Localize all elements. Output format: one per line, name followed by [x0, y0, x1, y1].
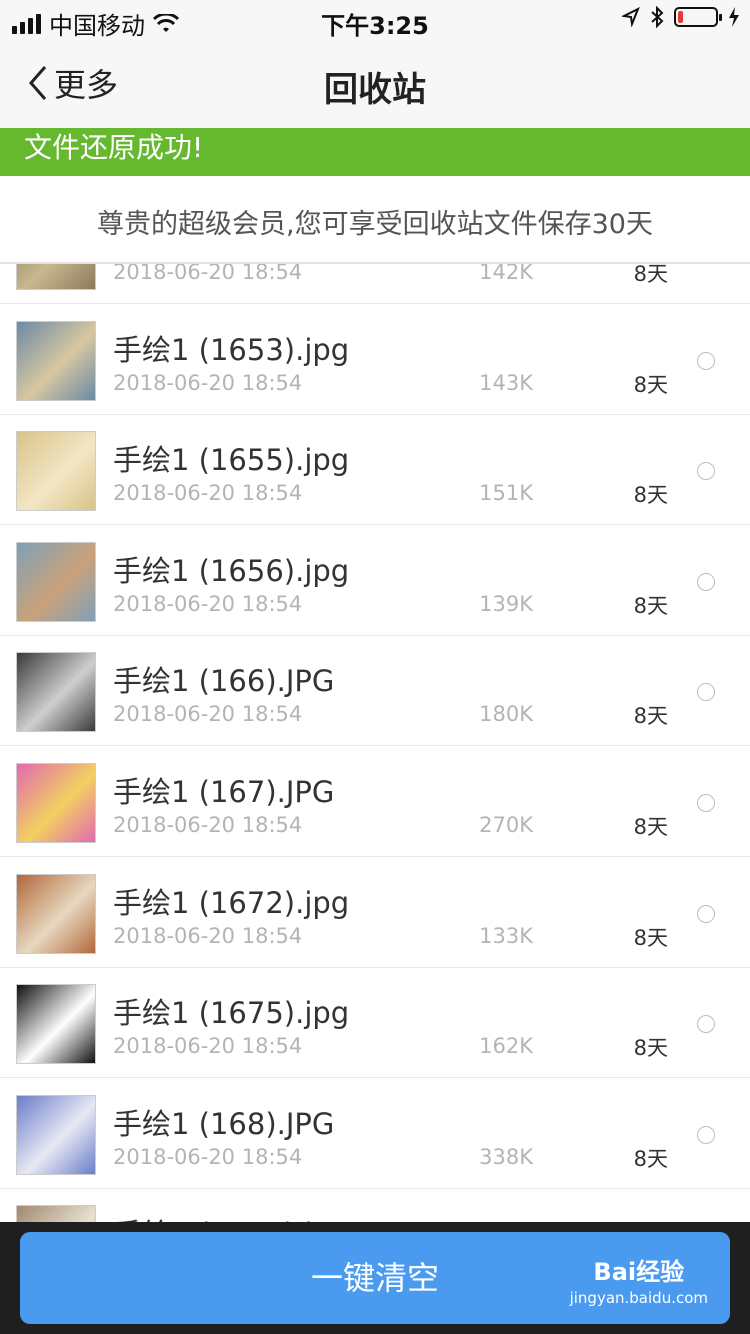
select-radio[interactable] — [697, 683, 715, 702]
file-date: 2018-06-20 18:54 — [113, 813, 303, 837]
member-notice: 尊贵的超级会员,您可享受回收站文件保存30天 — [0, 176, 750, 264]
file-thumbnail — [16, 984, 96, 1065]
file-size: 139K — [479, 591, 533, 616]
file-name: 手绘1 (1672).jpg — [113, 885, 350, 920]
file-name: 手绘1 (167).JPG — [113, 775, 335, 809]
file-size: 270K — [479, 813, 533, 837]
file-row[interactable]: 手绘1 (1653).jpg 2018-06-20 18:54 143K 8天 — [0, 305, 750, 415]
file-row[interactable]: 手绘1 (1681).jpg — [0, 1189, 750, 1222]
location-icon — [622, 7, 640, 27]
file-thumbnail — [16, 264, 96, 290]
notice-text: 尊贵的超级会员,您可享受回收站文件保存30天 — [97, 209, 653, 240]
file-thumbnail — [16, 320, 96, 401]
file-thumbnail — [16, 431, 96, 512]
file-days-left: 8天 — [633, 704, 668, 729]
file-days-left: 8天 — [633, 1146, 668, 1171]
file-name: 手绘1 (168).JPG — [113, 1106, 335, 1141]
file-row[interactable]: 手绘1 (1656).jpg 2018-06-20 18:54 139K 8天 — [0, 526, 750, 636]
file-date: 2018-06-20 18:54 — [113, 702, 303, 727]
select-radio[interactable] — [697, 794, 715, 812]
clear-all-label: 一键清空 — [310, 1259, 439, 1297]
file-thumbnail — [16, 541, 96, 622]
watermark-logo: Bai经验 — [593, 1258, 685, 1286]
file-date: 2018-06-20 18:54 — [113, 591, 303, 616]
file-date: 2018-06-20 18:54 — [113, 923, 303, 948]
select-radio[interactable] — [697, 1125, 715, 1144]
file-size: 180K — [479, 702, 533, 727]
file-size: 142K — [479, 264, 533, 284]
status-right — [622, 6, 740, 28]
file-date: 2018-06-20 18:54 — [113, 1034, 303, 1059]
status-bar: 中国移动 下午3:25 — [0, 0, 750, 40]
select-radio[interactable] — [697, 1015, 715, 1034]
file-days-left: 8天 — [633, 264, 668, 286]
file-date: 2018-06-20 18:54 — [113, 481, 303, 506]
file-list: 手绘1 (1652).jpg2018-06-20 18:54142K8天手绘1 … — [0, 264, 750, 1222]
nav-bar: 更多 回收站 — [0, 40, 750, 128]
file-date: 2018-06-20 18:54 — [113, 1144, 303, 1169]
baidu-jingyan-watermark: Bai经验 jingyan.baidu.com — [570, 1252, 708, 1307]
file-row[interactable]: 手绘1 (1675).jpg 2018-06-20 18:54 162K 8天 — [0, 968, 750, 1079]
file-size: 162K — [479, 1034, 533, 1059]
file-days-left: 8天 — [633, 372, 668, 397]
charging-icon — [729, 7, 739, 27]
select-radio[interactable] — [697, 904, 715, 923]
file-row[interactable]: 手绘1 (1655).jpg 2018-06-20 18:54 151K 8天 — [0, 415, 750, 526]
file-row[interactable]: 手绘1 (1652).jpg2018-06-20 18:54142K8天 — [0, 264, 750, 304]
file-size: 143K — [479, 370, 533, 395]
file-days-left: 8天 — [633, 1036, 668, 1061]
file-date: 2018-06-20 18:54 — [113, 264, 303, 284]
file-thumbnail — [16, 873, 96, 954]
file-name: 手绘1 (1681).jpg — [113, 1211, 349, 1222]
select-radio[interactable] — [697, 351, 715, 370]
bottom-bar: 一键清空 Bai经验 jingyan.baidu.com — [0, 1222, 750, 1334]
file-thumbnail — [16, 763, 96, 843]
file-name: 手绘1 (1656).jpg — [113, 553, 350, 588]
file-size: 338K — [479, 1144, 533, 1169]
file-name: 手绘1 (1655).jpg — [113, 443, 350, 478]
toast-message: 文件还原成功! — [24, 131, 204, 164]
select-radio[interactable] — [697, 462, 715, 481]
file-row[interactable]: 手绘1 (167).JPG 2018-06-20 18:54 270K 8天 — [0, 747, 750, 857]
file-name: 手绘1 (1653).jpg — [113, 332, 350, 367]
file-row[interactable]: 手绘1 (168).JPG 2018-06-20 18:54 338K 8天 — [0, 1079, 750, 1189]
file-days-left: 8天 — [633, 925, 668, 950]
page-title: 回收站 — [324, 70, 426, 110]
file-days-left: 8天 — [633, 483, 668, 508]
file-days-left: 8天 — [633, 593, 668, 618]
file-thumbnail — [16, 1205, 96, 1222]
bluetooth-icon — [651, 6, 664, 28]
file-size: 151K — [479, 481, 533, 506]
file-size: 133K — [479, 923, 533, 948]
file-days-left: 8天 — [633, 815, 668, 839]
file-name: 手绘1 (166).JPG — [113, 664, 335, 699]
battery-icon — [674, 7, 722, 27]
select-radio[interactable] — [697, 572, 715, 591]
file-row[interactable]: 手绘1 (1672).jpg 2018-06-20 18:54 133K 8天 — [0, 858, 750, 968]
file-thumbnail — [16, 652, 96, 733]
restore-success-toast: 文件还原成功! — [0, 128, 750, 176]
file-thumbnail — [16, 1094, 96, 1175]
file-row[interactable]: 手绘1 (166).JPG 2018-06-20 18:54 180K 8天 — [0, 636, 750, 747]
watermark-url: jingyan.baidu.com — [569, 1289, 708, 1307]
file-name: 手绘1 (1675).jpg — [113, 996, 350, 1031]
file-date: 2018-06-20 18:54 — [113, 370, 303, 395]
